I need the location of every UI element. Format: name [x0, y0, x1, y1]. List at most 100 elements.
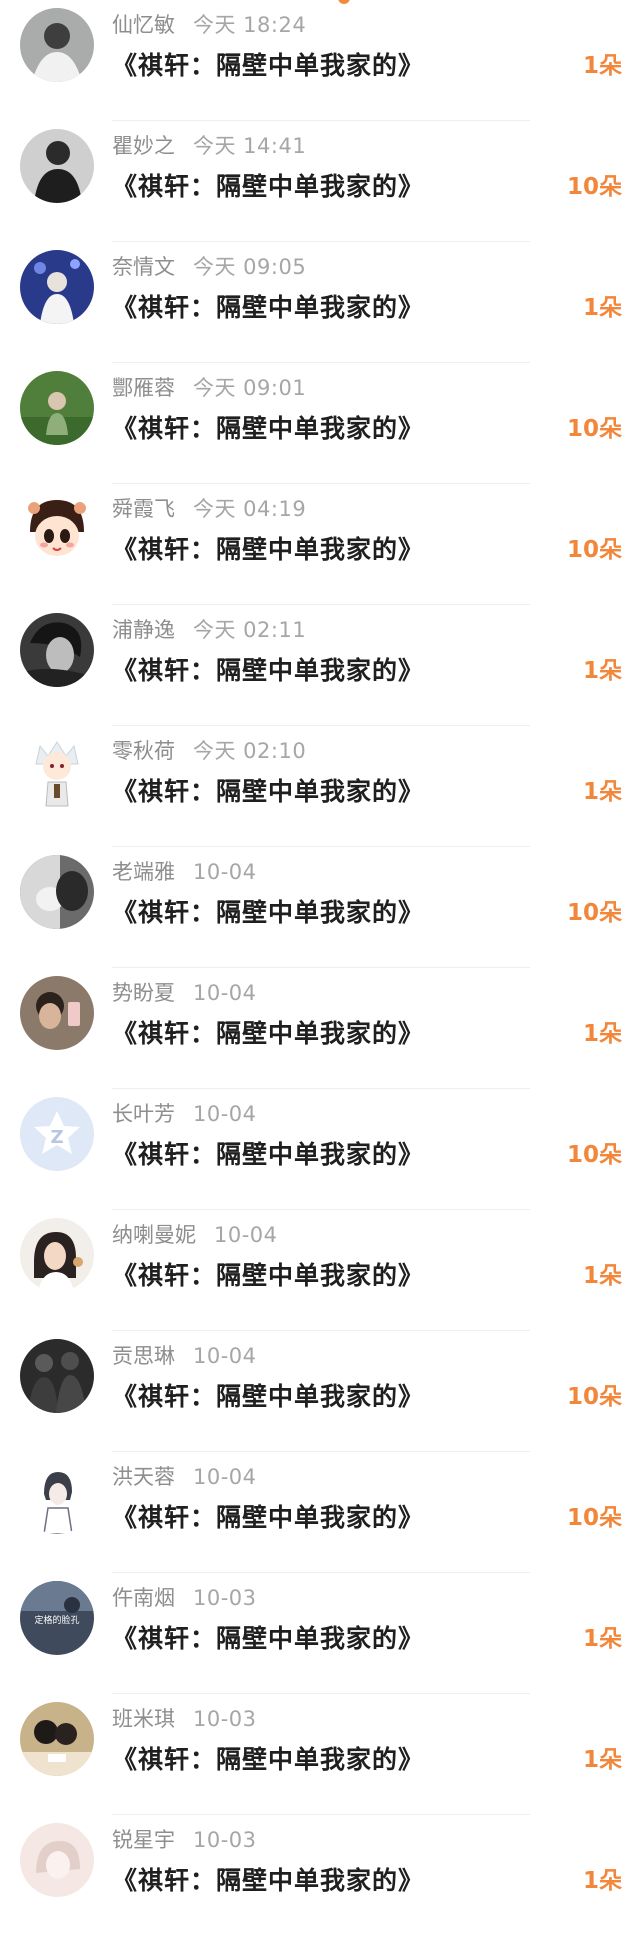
book-title[interactable]: 《祺轩：隔壁中单我家的》	[112, 1379, 424, 1415]
book-title[interactable]: 《祺轩：隔壁中单我家的》	[112, 48, 424, 84]
book-title[interactable]: 《祺轩：隔壁中单我家的》	[112, 1137, 424, 1173]
list-item[interactable]: 洪天蓉 10-04 《祺轩：隔壁中单我家的》 10朵	[0, 1452, 640, 1573]
list-item[interactable]: 班米琪 10-03 《祺轩：隔壁中单我家的》 1朵	[0, 1694, 640, 1815]
avatar[interactable]	[20, 1823, 94, 1897]
list-item[interactable]: 老端雅 10-04 《祺轩：隔壁中单我家的》 10朵	[0, 847, 640, 968]
user-name[interactable]: 零秋荷	[112, 739, 175, 763]
avatar[interactable]: Z	[20, 1097, 94, 1171]
gift-record-list: 仙忆敏 今天 18:24 《祺轩：隔壁中单我家的》 1朵 瞿妙之 今天 14:41 《祺轩：…	[0, 0, 640, 1936]
book-title[interactable]: 《祺轩：隔壁中单我家的》	[112, 532, 424, 568]
item-meta: 舜霞飞 今天 04:19	[112, 492, 306, 526]
list-item[interactable]: 纳喇曼妮 10-04 《祺轩：隔壁中单我家的》 1朵	[0, 1210, 640, 1331]
item-meta: 零秋荷 今天 02:10	[112, 734, 306, 768]
avatar[interactable]	[20, 8, 94, 82]
list-item[interactable]: 锐星宇 10-03 《祺轩：隔壁中单我家的》 1朵	[0, 1815, 640, 1936]
book-title[interactable]: 《祺轩：隔壁中单我家的》	[112, 1258, 424, 1294]
avatar[interactable]	[20, 1339, 94, 1413]
timestamp: 今天 02:10	[193, 739, 307, 763]
avatar[interactable]	[20, 734, 94, 808]
avatar[interactable]	[20, 976, 94, 1050]
list-item[interactable]: 酆雁蓉 今天 09:01 《祺轩：隔壁中单我家的》 10朵	[0, 363, 640, 484]
list-item[interactable]: 浦静逸 今天 02:11 《祺轩：隔壁中单我家的》 1朵	[0, 605, 640, 726]
item-meta: 班米琪 10-03	[112, 1702, 257, 1736]
book-title[interactable]: 《祺轩：隔壁中单我家的》	[112, 411, 424, 447]
item-meta: 仙忆敏 今天 18:24	[112, 8, 306, 42]
timestamp: 今天 04:19	[193, 497, 307, 521]
timestamp: 10-04	[193, 860, 257, 884]
user-name[interactable]: 酆雁蓉	[112, 376, 175, 400]
flower-count: 1朵	[582, 1263, 622, 1289]
flower-count: 1朵	[582, 53, 622, 79]
user-name[interactable]: 纳喇曼妮	[112, 1223, 196, 1247]
avatar[interactable]	[20, 1460, 94, 1534]
flower-count: 1朵	[582, 1021, 622, 1047]
timestamp: 10-04	[193, 1102, 257, 1126]
timestamp: 今天 02:11	[193, 618, 307, 642]
flower-count: 10朵	[566, 900, 622, 926]
user-name[interactable]: 班米琪	[112, 1707, 175, 1731]
flower-count: 10朵	[566, 174, 622, 200]
user-name[interactable]: 锐星宇	[112, 1828, 175, 1852]
book-title[interactable]: 《祺轩：隔壁中单我家的》	[112, 1863, 424, 1899]
user-name[interactable]: 仙忆敏	[112, 13, 175, 37]
timestamp: 今天 18:24	[193, 13, 307, 37]
avatar[interactable]	[20, 1702, 94, 1776]
timestamp: 10-04	[193, 981, 257, 1005]
avatar[interactable]	[20, 1218, 94, 1292]
item-meta: 纳喇曼妮 10-04	[112, 1218, 278, 1252]
avatar[interactable]	[20, 129, 94, 203]
list-item[interactable]: 势盼夏 10-04 《祺轩：隔壁中单我家的》 1朵	[0, 968, 640, 1089]
user-name[interactable]: 舜霞飞	[112, 497, 175, 521]
list-item[interactable]: 零秋荷 今天 02:10 《祺轩：隔壁中单我家的》 1朵	[0, 726, 640, 847]
book-title[interactable]: 《祺轩：隔壁中单我家的》	[112, 1621, 424, 1657]
book-title[interactable]: 《祺轩：隔壁中单我家的》	[112, 1500, 424, 1536]
book-title[interactable]: 《祺轩：隔壁中单我家的》	[112, 1742, 424, 1778]
avatar[interactable]	[20, 492, 94, 566]
user-name[interactable]: 瞿妙之	[112, 134, 175, 158]
avatar[interactable]	[20, 613, 94, 687]
user-name[interactable]: 洪天蓉	[112, 1465, 175, 1489]
list-item[interactable]: 奈情文 今天 09:05 《祺轩：隔壁中单我家的》 1朵	[0, 242, 640, 363]
timestamp: 10-04	[193, 1465, 257, 1489]
avatar[interactable]	[20, 250, 94, 324]
flower-count: 1朵	[582, 1747, 622, 1773]
list-item[interactable]: Z 长叶芳 10-04 《祺轩：隔壁中单我家的》 10朵	[0, 1089, 640, 1210]
user-name[interactable]: 长叶芳	[112, 1102, 175, 1126]
list-item[interactable]: 贡思琳 10-04 《祺轩：隔壁中单我家的》 10朵	[0, 1331, 640, 1452]
timestamp: 今天 09:01	[193, 376, 307, 400]
timestamp: 今天 09:05	[193, 255, 307, 279]
timestamp: 10-04	[214, 1223, 278, 1247]
item-meta: 洪天蓉 10-04	[112, 1460, 257, 1494]
book-title[interactable]: 《祺轩：隔壁中单我家的》	[112, 290, 424, 326]
list-item[interactable]: 仙忆敏 今天 18:24 《祺轩：隔壁中单我家的》 1朵	[0, 0, 640, 121]
flower-count: 1朵	[582, 1626, 622, 1652]
book-title[interactable]: 《祺轩：隔壁中单我家的》	[112, 169, 424, 205]
user-name[interactable]: 老端雅	[112, 860, 175, 884]
book-title[interactable]: 《祺轩：隔壁中单我家的》	[112, 653, 424, 689]
item-meta: 浦静逸 今天 02:11	[112, 613, 306, 647]
user-name[interactable]: 奈情文	[112, 255, 175, 279]
user-name[interactable]: 仵南烟	[112, 1586, 175, 1610]
timestamp: 10-03	[193, 1707, 257, 1731]
avatar[interactable]: 定格的脸孔	[20, 1581, 94, 1655]
timestamp: 今天 14:41	[193, 134, 307, 158]
flower-count: 1朵	[582, 295, 622, 321]
book-title[interactable]: 《祺轩：隔壁中单我家的》	[112, 895, 424, 931]
timestamp: 10-03	[193, 1586, 257, 1610]
flower-count: 1朵	[582, 1868, 622, 1894]
list-item[interactable]: 定格的脸孔 仵南烟 10-03 《祺轩：隔壁中单我家的》 1朵	[0, 1573, 640, 1694]
item-meta: 仵南烟 10-03	[112, 1581, 257, 1615]
item-meta: 势盼夏 10-04	[112, 976, 257, 1010]
book-title[interactable]: 《祺轩：隔壁中单我家的》	[112, 774, 424, 810]
user-name[interactable]: 势盼夏	[112, 981, 175, 1005]
svg-text:定格的脸孔: 定格的脸孔	[34, 1614, 79, 1626]
timestamp: 10-04	[193, 1344, 257, 1368]
avatar[interactable]	[20, 855, 94, 929]
list-item[interactable]: 瞿妙之 今天 14:41 《祺轩：隔壁中单我家的》 10朵	[0, 121, 640, 242]
avatar[interactable]	[20, 371, 94, 445]
flower-count: 10朵	[566, 416, 622, 442]
list-item[interactable]: 舜霞飞 今天 04:19 《祺轩：隔壁中单我家的》 10朵	[0, 484, 640, 605]
user-name[interactable]: 浦静逸	[112, 618, 175, 642]
user-name[interactable]: 贡思琳	[112, 1344, 175, 1368]
book-title[interactable]: 《祺轩：隔壁中单我家的》	[112, 1016, 424, 1052]
